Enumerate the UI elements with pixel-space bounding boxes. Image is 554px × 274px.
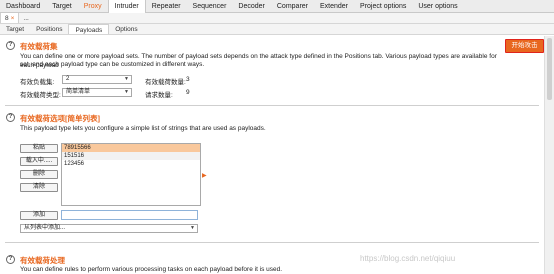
payload-list[interactable]: 78915566 151516 123456: [61, 143, 201, 206]
chevron-down-icon: ▼: [124, 76, 129, 82]
menu-extender[interactable]: Extender: [314, 0, 354, 13]
add-from-list-select[interactable]: 从列表中添加... ▼: [20, 224, 198, 233]
chevron-down-icon: ▼: [190, 225, 195, 231]
intruder-subtabs: Target Positions Payloads Options: [0, 24, 554, 35]
payload-processing-desc: You can define rules to perform various …: [20, 266, 283, 273]
list-item[interactable]: 78915566: [62, 144, 200, 152]
payload-type-select[interactable]: 简单清单 ▼: [62, 88, 132, 97]
watermark: https://blog.csdn.net/qiqiuu: [360, 254, 456, 263]
tab-positions[interactable]: Positions: [30, 24, 68, 34]
payload-count-label: 有效载荷数量:: [145, 79, 186, 86]
add-button[interactable]: 添加: [20, 211, 58, 220]
add-from-list-label: 从列表中添加...: [24, 225, 66, 231]
menu-target[interactable]: Target: [46, 0, 77, 13]
menu-proxy[interactable]: Proxy: [78, 0, 108, 13]
attack-tabbar: 8 × ...: [0, 13, 554, 24]
menu-dashboard[interactable]: Dashboard: [0, 0, 46, 13]
payload-sets-title: 有效载荷集: [20, 42, 58, 51]
menu-repeater[interactable]: Repeater: [146, 0, 187, 13]
load-button[interactable]: 载入中.....: [20, 157, 58, 166]
scrollbar-thumb[interactable]: [547, 38, 552, 100]
payload-set-select[interactable]: 2 ▼: [62, 75, 132, 84]
payload-options-title: 有效载荷选项[简单列表]: [20, 114, 100, 123]
close-icon[interactable]: ×: [11, 15, 15, 22]
attack-tab-label: 8: [5, 15, 9, 22]
payload-options-desc: This payload type lets you configure a s…: [20, 125, 266, 132]
request-count-label: 请求数量:: [145, 92, 173, 99]
payload-sets-desc-line2: set, and each payload type can be custom…: [20, 61, 205, 68]
payload-count-value: 3: [186, 76, 190, 83]
menu-comparer[interactable]: Comparer: [271, 0, 314, 13]
chevron-down-icon: ▼: [124, 89, 129, 95]
clear-button[interactable]: 清除: [20, 183, 58, 192]
tab-target[interactable]: Target: [0, 24, 30, 34]
tab-options[interactable]: Options: [109, 24, 143, 34]
payload-type-label: 有效载荷类型:: [20, 92, 61, 99]
vertical-scrollbar[interactable]: [544, 36, 554, 274]
payload-set-label: 有效负载集:: [20, 79, 55, 86]
help-icon[interactable]: ?: [6, 255, 15, 264]
paste-button[interactable]: 粘贴: [20, 144, 58, 153]
section-divider: [5, 105, 539, 106]
remove-button[interactable]: 删除: [20, 170, 58, 179]
main-menubar: Dashboard Target Proxy Intruder Repeater…: [0, 0, 554, 13]
payload-type-value: 简单清单: [66, 89, 91, 95]
menu-user-options[interactable]: User options: [412, 0, 463, 13]
menu-decoder[interactable]: Decoder: [232, 0, 270, 13]
list-item[interactable]: 151516: [62, 152, 200, 160]
menu-intruder[interactable]: Intruder: [107, 0, 146, 13]
attack-tab-more[interactable]: ...: [19, 13, 32, 23]
help-icon[interactable]: ?: [6, 113, 15, 122]
payload-set-value: 2: [66, 76, 70, 82]
payload-processing-title: 有效载荷处理: [20, 256, 65, 265]
list-item[interactable]: 123456: [62, 160, 200, 168]
chevron-right-icon: ▶: [202, 173, 207, 179]
tab-payloads[interactable]: Payloads: [68, 24, 110, 34]
attack-tab-8[interactable]: 8 ×: [0, 13, 20, 23]
start-attack-button[interactable]: 开始攻击: [505, 39, 544, 53]
section-divider: [5, 242, 539, 243]
menu-sequencer[interactable]: Sequencer: [187, 0, 233, 13]
help-icon[interactable]: ?: [6, 41, 15, 50]
add-payload-input[interactable]: [61, 210, 198, 220]
request-count-value: 9: [186, 89, 190, 96]
menu-project-options[interactable]: Project options: [354, 0, 412, 13]
